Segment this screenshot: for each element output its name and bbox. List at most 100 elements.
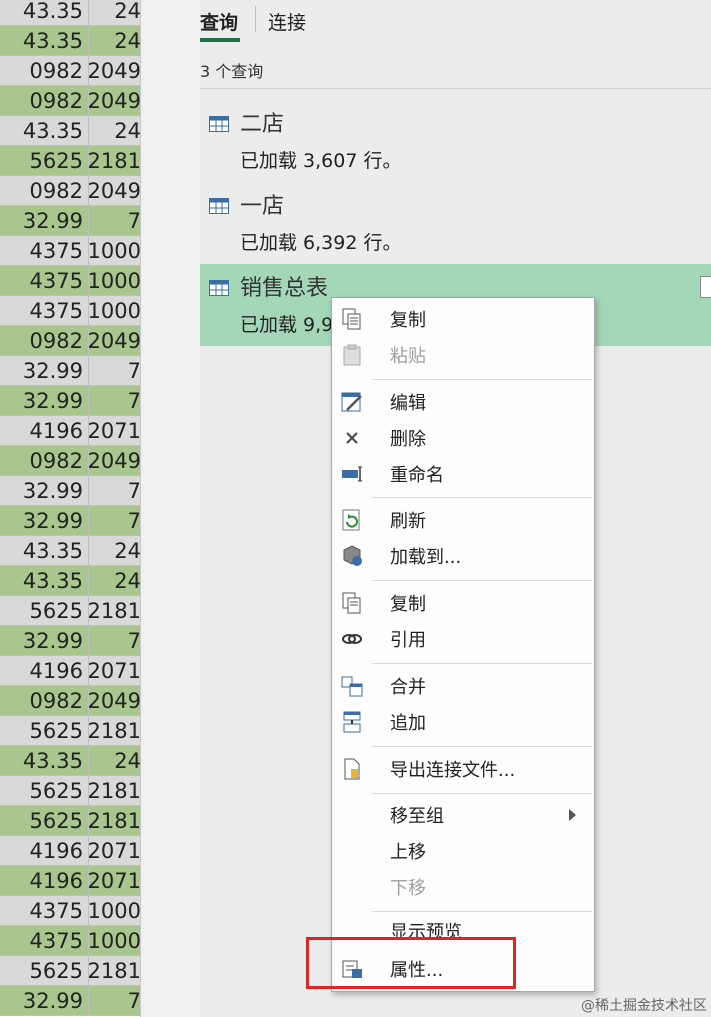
sheet-cell-wrap[interactable]: 24 [88, 0, 140, 26]
query-item-er-dian[interactable]: 二店 已加载 3,607 行。 [200, 100, 711, 182]
sheet-cell[interactable]: 4375 [30, 896, 83, 926]
sheet-cell[interactable]: 0982 [30, 326, 83, 356]
sheet-cell-wrap[interactable]: 2071 [88, 866, 140, 896]
query-item-yi-dian[interactable]: 一店 已加载 6,392 行。 [200, 182, 711, 264]
sheet-cell[interactable]: 43.35 [23, 0, 83, 26]
menu-item-copy[interactable]: 复制 [332, 301, 594, 337]
sheet-cell-wrap[interactable]: 24 [88, 746, 140, 776]
sheet-cell-wrap[interactable]: 24 [88, 536, 140, 566]
sheet-cell[interactable]: 5625 [30, 956, 83, 986]
menu-item-move-down[interactable]: 下移 [332, 869, 594, 905]
sheet-cell[interactable]: 5625 [30, 146, 83, 176]
sheet-row[interactable]: 4196 2071 [0, 656, 140, 686]
sheet-row[interactable]: 32.99 7 [0, 356, 140, 386]
sheet-cell-wrap[interactable]: 2049 [88, 686, 140, 716]
sheet-row[interactable]: 32.99 7 [0, 206, 140, 236]
sheet-cell-wrap[interactable]: 1000 [88, 926, 140, 956]
menu-item-load-to[interactable]: 加载到... [332, 538, 594, 574]
sheet-cell[interactable]: 4375 [30, 236, 83, 266]
menu-item-edit[interactable]: 编辑 [332, 384, 594, 420]
sheet-cell-wrap[interactable]: 2071 [88, 656, 140, 686]
sheet-cell-wrap[interactable]: 2181 [88, 146, 140, 176]
sheet-cell[interactable]: 4196 [30, 836, 83, 866]
sheet-cell[interactable]: 4375 [30, 296, 83, 326]
sheet-cell-wrap[interactable]: 2181 [88, 716, 140, 746]
menu-item-duplicate[interactable]: 复制 [332, 585, 594, 621]
sheet-row[interactable]: 4375 1000 [0, 236, 140, 266]
sheet-cell[interactable]: 43.35 [23, 26, 83, 56]
sheet-row[interactable]: 4196 2071 [0, 836, 140, 866]
pane-divider[interactable] [141, 0, 201, 1017]
sheet-row[interactable]: 43.35 24 [0, 746, 140, 776]
sheet-row[interactable]: 5625 2181 [0, 716, 140, 746]
sheet-row[interactable]: 4375 1000 [0, 266, 140, 296]
sheet-row[interactable]: 0982 2049 [0, 56, 140, 86]
sheet-cell-wrap[interactable]: 2049 [88, 326, 140, 356]
menu-item-reference[interactable]: 引用 [332, 621, 594, 657]
sheet-cell[interactable]: 0982 [30, 176, 83, 206]
sheet-cell[interactable]: 5625 [30, 806, 83, 836]
sheet-cell[interactable]: 4196 [30, 866, 83, 896]
sheet-cell-wrap[interactable]: 2071 [88, 416, 140, 446]
sheet-cell-wrap[interactable]: 2181 [88, 596, 140, 626]
sheet-cell[interactable]: 5625 [30, 776, 83, 806]
sheet-row[interactable]: 43.35 24 [0, 536, 140, 566]
peek-icon[interactable] [700, 276, 711, 298]
tab-queries[interactable]: 查询 [200, 8, 238, 35]
sheet-cell-wrap[interactable]: 1000 [88, 896, 140, 926]
sheet-row[interactable]: 43.35 24 [0, 116, 140, 146]
sheet-cell[interactable]: 32.99 [23, 506, 83, 536]
sheet-cell-wrap[interactable]: 2049 [88, 446, 140, 476]
sheet-row[interactable]: 32.99 7 [0, 986, 140, 1016]
sheet-row[interactable]: 32.99 7 [0, 506, 140, 536]
sheet-cell-wrap[interactable]: 24 [88, 116, 140, 146]
sheet-row[interactable]: 43.35 24 [0, 26, 140, 56]
sheet-cell-wrap[interactable]: 7 [88, 626, 140, 656]
sheet-row[interactable]: 4375 1000 [0, 926, 140, 956]
menu-item-rename[interactable]: 重命名 [332, 456, 594, 492]
sheet-row[interactable]: 5625 2181 [0, 806, 140, 836]
sheet-cell[interactable]: 43.35 [23, 566, 83, 596]
sheet-row[interactable]: 5625 2181 [0, 956, 140, 986]
sheet-cell-wrap[interactable]: 2071 [88, 836, 140, 866]
sheet-cell-wrap[interactable]: 1000 [88, 296, 140, 326]
sheet-row[interactable]: 4196 2071 [0, 866, 140, 896]
sheet-row[interactable]: 4375 1000 [0, 896, 140, 926]
sheet-cell-wrap[interactable]: 2181 [88, 956, 140, 986]
sheet-row[interactable]: 43.35 24 [0, 566, 140, 596]
menu-item-refresh[interactable]: 刷新 [332, 502, 594, 538]
menu-item-merge[interactable]: 合并 [332, 668, 594, 704]
sheet-cell[interactable]: 5625 [30, 596, 83, 626]
menu-item-append[interactable]: 追加 [332, 704, 594, 740]
sheet-row[interactable]: 32.99 7 [0, 476, 140, 506]
sheet-cell[interactable]: 32.99 [23, 206, 83, 236]
sheet-cell[interactable]: 4375 [30, 926, 83, 956]
sheet-cell-wrap[interactable]: 7 [88, 356, 140, 386]
sheet-row[interactable]: 5625 2181 [0, 146, 140, 176]
sheet-cell-wrap[interactable]: 7 [88, 986, 140, 1016]
menu-item-delete[interactable]: 删除 [332, 420, 594, 456]
sheet-cell-wrap[interactable]: 1000 [88, 236, 140, 266]
tab-connections[interactable]: 连接 [268, 8, 306, 35]
sheet-cell[interactable]: 32.99 [23, 986, 83, 1016]
sheet-row[interactable]: 32.99 7 [0, 386, 140, 416]
sheet-cell[interactable]: 4375 [30, 266, 83, 296]
sheet-row[interactable]: 4375 1000 [0, 296, 140, 326]
sheet-row[interactable]: 0982 2049 [0, 176, 140, 206]
sheet-cell-wrap[interactable]: 7 [88, 206, 140, 236]
sheet-cell[interactable]: 32.99 [23, 386, 83, 416]
sheet-cell[interactable]: 0982 [30, 56, 83, 86]
sheet-row[interactable]: 4196 2071 [0, 416, 140, 446]
sheet-cell-wrap[interactable]: 2181 [88, 806, 140, 836]
sheet-cell[interactable]: 0982 [30, 446, 83, 476]
sheet-row[interactable]: 32.99 7 [0, 626, 140, 656]
sheet-cell[interactable]: 43.35 [23, 536, 83, 566]
sheet-cell-wrap[interactable]: 24 [88, 26, 140, 56]
sheet-cell[interactable]: 0982 [30, 86, 83, 116]
menu-item-export-connection[interactable]: 导出连接文件... [332, 751, 594, 787]
sheet-cell-wrap[interactable]: 2181 [88, 776, 140, 806]
sheet-row[interactable]: 43.35 24 [0, 0, 140, 26]
menu-item-move-to-group[interactable]: 移至组 [332, 797, 594, 833]
sheet-cell-wrap[interactable]: 2049 [88, 176, 140, 206]
sheet-row[interactable]: 0982 2049 [0, 86, 140, 116]
